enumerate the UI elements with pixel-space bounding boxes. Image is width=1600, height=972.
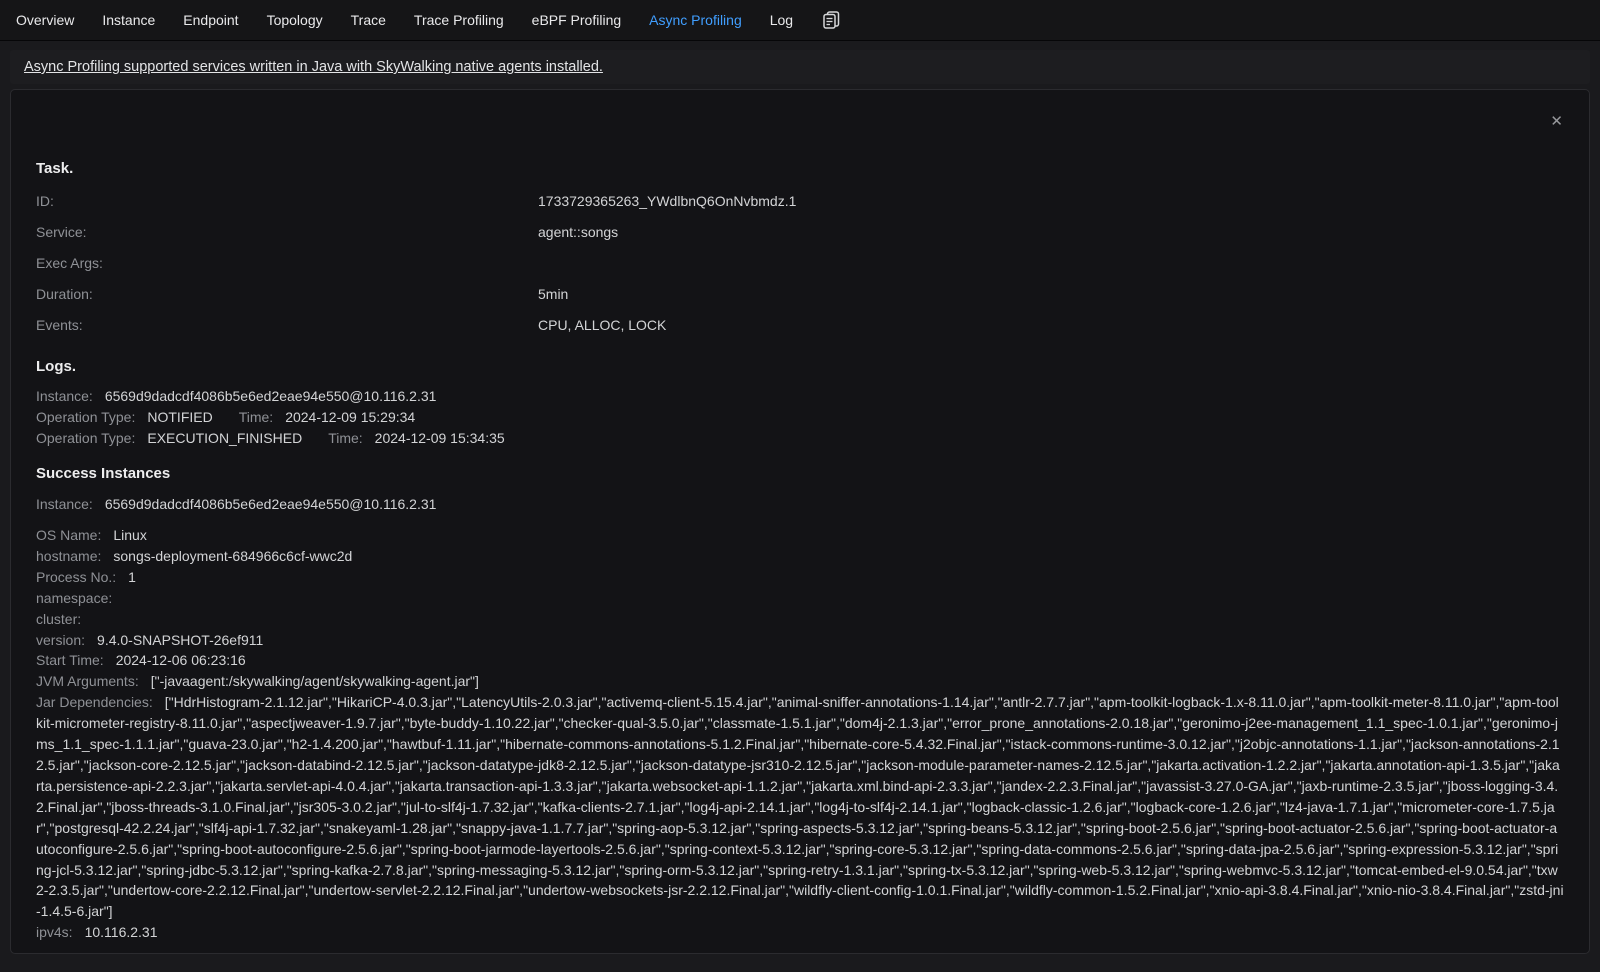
task-exec-args-value (538, 256, 1564, 270)
tab-instance[interactable]: Instance (88, 0, 169, 41)
attribute-row-jvm-arguments: JVM Arguments:["-javaagent:/skywalking/a… (36, 671, 1564, 692)
task-row: Events: CPU, ALLOC, LOCK (36, 318, 1564, 332)
attribute-row-hostname: hostname:songs-deployment-684966c6cf-wwc… (36, 546, 1564, 567)
instance-value: 6569d9dadcdf4086b5e6ed2eae94e550@10.116.… (105, 496, 437, 512)
success-instances-section: Success Instances Instance: 6569d9dadcdf4… (36, 465, 1564, 943)
tab-async-profiling[interactable]: Async Profiling (635, 0, 756, 41)
time-label: Time: (328, 430, 362, 446)
log-entry-row: Operation Type: NOTIFIED Time: 2024-12-09 1… (36, 407, 1564, 428)
operation-type-label: Operation Type: (36, 409, 135, 425)
task-duration-value: 5min (538, 287, 1564, 301)
tab-trace[interactable]: Trace (337, 0, 400, 41)
close-icon[interactable]: ✕ (1550, 114, 1563, 129)
task-exec-args-label: Exec Args: (36, 256, 538, 270)
attribute-row-version: version:9.4.0-SNAPSHOT-26ef911 (36, 630, 1564, 651)
tab-trace-profiling[interactable]: Trace Profiling (400, 0, 518, 41)
success-instance-row: Instance: 6569d9dadcdf4086b5e6ed2eae94e55… (36, 494, 1564, 515)
time-value: 2024-12-09 15:34:35 (375, 430, 505, 446)
task-events-label: Events: (36, 318, 538, 332)
instance-label: Instance: (36, 496, 93, 512)
task-row: Duration: 5min (36, 287, 1564, 301)
instance-label: Instance: (36, 388, 93, 404)
instance-value: 6569d9dadcdf4086b5e6ed2eae94e550@10.116.… (105, 388, 437, 404)
tab-endpoint[interactable]: Endpoint (169, 0, 252, 41)
attribute-row-process-no: Process No.:1 (36, 567, 1564, 588)
operation-type-value: NOTIFIED (147, 409, 212, 425)
tab-topology[interactable]: Topology (253, 0, 337, 41)
attribute-row-jar-dependencies: Jar Dependencies:["HdrHistogram-2.1.12.j… (36, 692, 1564, 922)
task-duration-label: Duration: (36, 287, 538, 301)
logs-instance-row: Instance: 6569d9dadcdf4086b5e6ed2eae94e55… (36, 386, 1564, 407)
task-id-value: 1733729365263_YWdlbnQ6OnNvbmdz.1 (538, 194, 1564, 208)
banner-link[interactable]: Async Profiling supported services writt… (24, 59, 603, 75)
tab-overview[interactable]: Overview (2, 0, 88, 41)
task-service-value: agent::songs (538, 225, 1564, 239)
time-label: Time: (239, 409, 273, 425)
task-id-label: ID: (36, 194, 538, 208)
task-row: Exec Args: (36, 256, 1564, 270)
logs-section: Logs. Instance: 6569d9dadcdf4086b5e6ed2ea… (36, 358, 1564, 449)
task-row: ID: 1733729365263_YWdlbnQ6OnNvbmdz.1 (36, 194, 1564, 208)
task-section: Task. ID: 1733729365263_YWdlbnQ6OnNvbmdz… (36, 160, 1564, 332)
tab-log[interactable]: Log (756, 0, 807, 41)
logs-section-title: Logs. (36, 358, 1564, 375)
task-service-label: Service: (36, 225, 538, 239)
task-section-title: Task. (36, 160, 1564, 177)
top-nav: Overview Instance Endpoint Topology Trac… (0, 0, 1600, 41)
operation-type-value: EXECUTION_FINISHED (147, 430, 302, 446)
attribute-row-ipv4s: ipv4s:10.116.2.31 (36, 922, 1564, 943)
log-entry-row: Operation Type: EXECUTION_FINISHED Time: 20… (36, 428, 1564, 449)
task-events-value: CPU, ALLOC, LOCK (538, 318, 1564, 332)
success-instances-title: Success Instances (36, 465, 1564, 482)
instance-attributes: OS Name:Linux hostname:songs-deployment-… (36, 525, 1564, 943)
async-profiling-banner: Async Profiling supported services writt… (10, 50, 1590, 84)
attribute-row-cluster: cluster: (36, 609, 1564, 630)
attribute-row-os-name: OS Name:Linux (36, 525, 1564, 546)
attribute-row-start-time: Start Time:2024-12-06 06:23:16 (36, 650, 1564, 671)
attribute-row-namespace: namespace: (36, 588, 1564, 609)
tab-ebpf-profiling[interactable]: eBPF Profiling (518, 0, 635, 41)
task-row: Service: agent::songs (36, 225, 1564, 239)
time-value: 2024-12-09 15:29:34 (285, 409, 415, 425)
task-detail-panel: ✕ Task. ID: 1733729365263_YWdlbnQ6OnNvbm… (10, 89, 1590, 954)
changelog-docs-icon[interactable] (819, 8, 843, 32)
operation-type-label: Operation Type: (36, 430, 135, 446)
